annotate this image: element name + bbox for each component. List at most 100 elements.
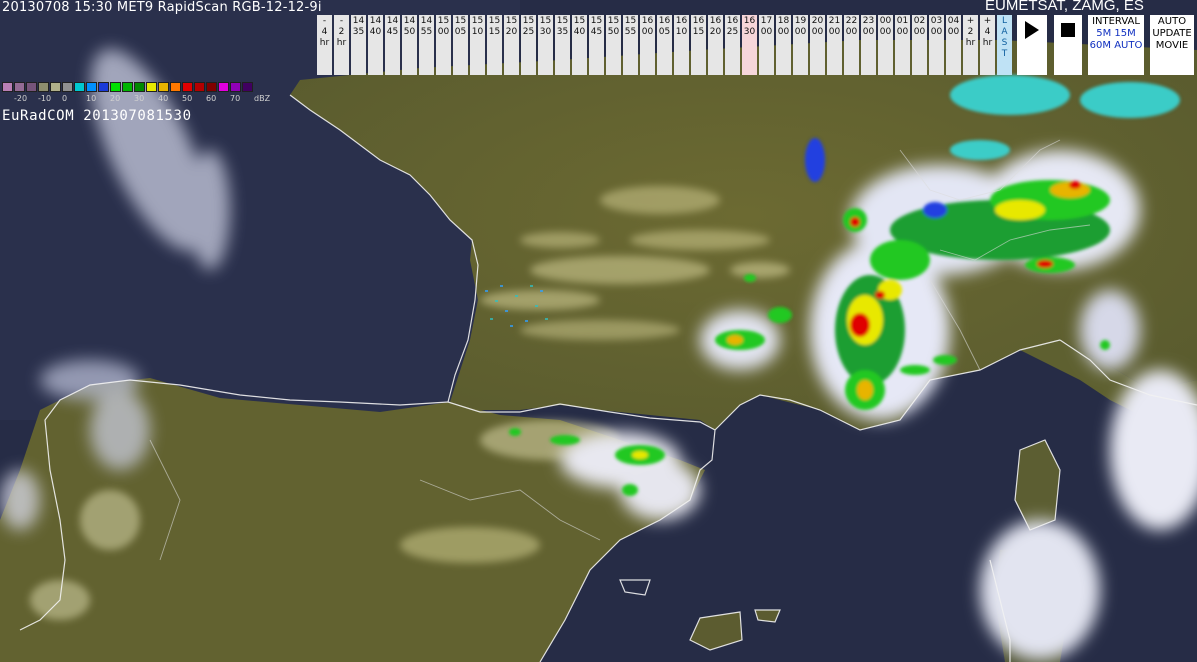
time-cell-text: 16 [726,16,739,26]
legend-label: 50 [182,94,193,103]
time-cell-text: 16 [658,16,671,26]
time-cell[interactable]: +4 hr [980,15,995,75]
time-cell[interactable]: 21 00 [827,15,842,75]
time-cell[interactable]: 18 00 [776,15,791,75]
legend-swatch [242,82,253,92]
time-cell-text: 15 [624,16,637,26]
time-cell[interactable]: 14 35 [351,15,366,75]
time-cell-text: 00 [896,27,909,37]
time-cell-text: 00 [811,27,824,37]
stop-button[interactable] [1054,15,1082,75]
time-cell[interactable]: 15 55 [623,15,638,75]
time-cell-text: 22 [845,16,858,26]
legend-label: -10 [38,94,52,103]
time-cell[interactable]: 15 10 [470,15,485,75]
legend-swatch [230,82,241,92]
time-cell[interactable]: 04 00 [946,15,961,75]
legend-swatch [170,82,181,92]
time-cell-text: 16 [675,16,688,26]
time-cell[interactable]: 16 00 [640,15,655,75]
time-cell[interactable]: +2 hr [963,15,978,75]
time-cell[interactable]: 15 05 [453,15,468,75]
time-cell[interactable]: 15 20 [504,15,519,75]
time-cell-text: 50 [403,27,416,37]
time-cell[interactable]: 15 35 [555,15,570,75]
time-cell-text: 00 [437,27,450,37]
time-cell-text: 15 [573,16,586,26]
time-cell-text: 10 [471,27,484,37]
data-credit: EUMETSAT, ZAMG, ES [985,0,1144,14]
legend-label: 60 [206,94,217,103]
legend-label: 20 [110,94,121,103]
time-cell[interactable]: 14 50 [402,15,417,75]
time-cell[interactable]: -2 hr [334,15,349,75]
time-cell[interactable]: 02 00 [912,15,927,75]
time-cell-text: 15 [556,16,569,26]
time-cell-text: hr [319,38,330,48]
time-cell[interactable]: 23 00 [861,15,876,75]
time-cell-text: S [1001,38,1008,48]
time-cell[interactable]: 16 05 [657,15,672,75]
time-cell-text: 00 [845,27,858,37]
time-cell-text: 23 [862,16,875,26]
time-cell[interactable]: 16 20 [708,15,723,75]
auto-label: AUTO [1157,16,1187,27]
time-cell-text: 15 [522,16,535,26]
legend-swatch [182,82,193,92]
interval-auto-link[interactable]: AUTO [1114,40,1142,51]
last-frame-button[interactable]: LAST [997,15,1012,75]
time-cell[interactable]: 15 00 [436,15,451,75]
time-cell-text: 2 [967,27,974,37]
legend-swatch [122,82,133,92]
time-cell[interactable]: 16 30 [742,15,757,75]
legend-label: 70 [230,94,241,103]
time-cell[interactable]: 14 45 [385,15,400,75]
time-cell[interactable]: -4 hr [317,15,332,75]
time-cell[interactable]: 03 00 [929,15,944,75]
time-cell[interactable]: 22 00 [844,15,859,75]
interval-5m-link[interactable]: 5M [1096,28,1111,39]
time-cell[interactable]: 16 25 [725,15,740,75]
image-title: 20130708 15:30 MET9 RapidScan RGB-12-12-… [2,0,322,15]
time-cell[interactable]: 17 00 [759,15,774,75]
time-cell[interactable]: 14 40 [368,15,383,75]
time-cell-text: 14 [352,16,365,26]
auto-update-movie-button[interactable]: AUTO UPDATE MOVIE [1150,15,1194,75]
time-cell[interactable]: 16 10 [674,15,689,75]
interval-label: INTERVAL [1092,16,1140,27]
time-cell-text: 15 [505,16,518,26]
time-cell-text: 55 [420,27,433,37]
time-cell[interactable]: 01 00 [895,15,910,75]
product-timestamp: EuRadCOM 201307081530 [2,108,192,124]
time-cell-text: - [322,16,327,26]
time-cell-text: 00 [794,27,807,37]
time-cell[interactable]: 20 00 [810,15,825,75]
time-cell-text: 15 [437,16,450,26]
time-cell[interactable]: 15 40 [572,15,587,75]
time-cell-text: hr [336,38,347,48]
time-cell-text: - [339,16,344,26]
time-cell[interactable]: 15 15 [487,15,502,75]
time-cell-text: 00 [828,27,841,37]
legend-swatch [86,82,97,92]
time-cell-text: L [1001,16,1007,26]
time-cell[interactable]: 16 15 [691,15,706,75]
legend-swatch [134,82,145,92]
interval-60m-link[interactable]: 60M [1090,40,1111,51]
time-cell[interactable]: 00 00 [878,15,893,75]
time-cell[interactable]: 15 50 [606,15,621,75]
time-cell[interactable]: 15 45 [589,15,604,75]
play-button[interactable] [1017,15,1047,75]
time-cell-text: 25 [726,27,739,37]
interval-15m-link[interactable]: 15M [1114,28,1135,39]
time-cell-text: 15 [692,27,705,37]
time-cell-text: 14 [386,16,399,26]
time-cell-text: 16 [692,16,705,26]
time-cell[interactable]: 15 25 [521,15,536,75]
time-cell-text: 00 [777,27,790,37]
time-cell-text: 05 [658,27,671,37]
time-cell-text: 2 [338,27,345,37]
time-cell[interactable]: 15 30 [538,15,553,75]
time-cell[interactable]: 19 00 [793,15,808,75]
time-cell[interactable]: 14 55 [419,15,434,75]
